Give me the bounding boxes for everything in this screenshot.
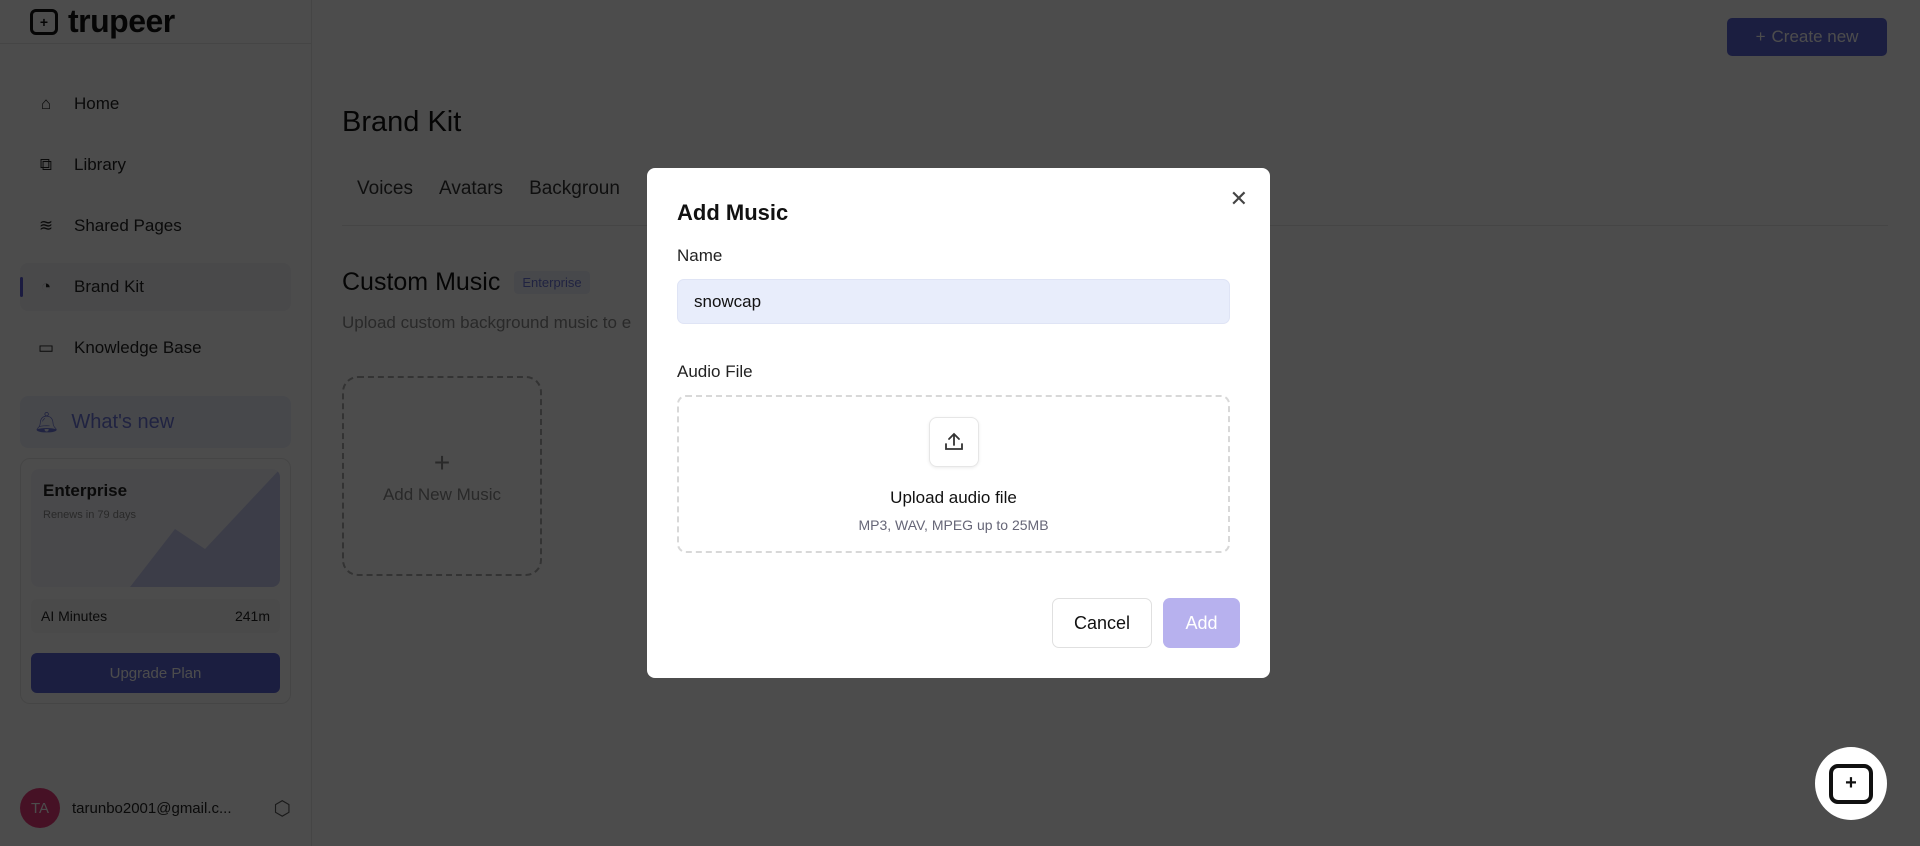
close-icon[interactable]: ✕: [1230, 186, 1248, 212]
ai-minutes: AI Minutes 241m: [31, 599, 280, 633]
add-music-dialog: Add Music ✕ Name snowcap Audio File Uplo…: [647, 168, 1270, 678]
ai-minutes-value: 241m: [234, 608, 270, 624]
name-label: Name: [677, 246, 723, 265]
floating-trupeer-button[interactable]: +: [1815, 747, 1887, 820]
tab-voices[interactable]: Voices: [357, 178, 413, 225]
dialog-title: Add Music: [677, 200, 789, 225]
create-new-button[interactable]: + Create new: [1727, 18, 1887, 56]
sidebar-item-label: Library: [74, 155, 126, 174]
upload-title: Upload audio file: [890, 488, 1017, 507]
upload-icon[interactable]: [928, 417, 979, 467]
user-profile[interactable]: TA tarunbo2001@gmail.c... ⬡: [20, 788, 291, 828]
whats-new-button[interactable]: 🔔︎ What's new: [20, 396, 291, 448]
layers-icon: ≋: [38, 216, 54, 235]
upgrade-plan-button[interactable]: Upgrade Plan: [31, 653, 280, 693]
add-new-music-card[interactable]: + Add New Music: [342, 376, 542, 576]
brand-kit-icon: ◔: [40, 277, 52, 296]
page-title: Brand Kit: [342, 106, 462, 138]
sidebar: + trupeer ⌂ Home ⧉ Library ≋ Shared Pages ◔…: [0, 0, 312, 846]
section-title: Custom Music: [342, 268, 501, 296]
plan-name: Enterprise: [43, 481, 128, 500]
logo-icon: +: [30, 8, 58, 35]
home-icon: ⌂: [40, 94, 52, 113]
add-button[interactable]: Add: [1163, 598, 1240, 648]
bell-icon: 🔔︎: [34, 411, 60, 434]
folder-icon: ▭: [37, 338, 55, 357]
sidebar-item-label: Home: [74, 94, 120, 113]
sidebar-item-label: Brand Kit: [74, 277, 144, 296]
avatar: TA: [20, 788, 60, 828]
add-new-music-label: Add New Music: [382, 485, 502, 504]
audio-file-label: Audio File: [677, 362, 753, 381]
plus-icon: +: [433, 447, 451, 478]
whats-new-label: What's new: [71, 410, 175, 433]
enterprise-badge: Enterprise: [514, 271, 590, 294]
section-description: Upload custom background music to e: [342, 313, 632, 332]
trupeer-icon: +: [1829, 763, 1873, 804]
sidebar-item-label: Shared Pages: [74, 216, 182, 235]
name-input[interactable]: snowcap: [677, 279, 1230, 324]
cancel-button[interactable]: Cancel: [1052, 598, 1152, 648]
ai-minutes-label: AI Minutes: [41, 608, 108, 624]
settings-icon[interactable]: ⬡: [274, 796, 291, 821]
plan-renews: Renews in 79 days: [43, 509, 136, 521]
logo-text: trupeer: [68, 3, 175, 39]
sidebar-item-brand-kit[interactable]: ◔ Brand Kit: [20, 263, 291, 311]
tab-backgrounds[interactable]: Backgroun: [529, 178, 620, 225]
sidebar-item-shared-pages[interactable]: ≋ Shared Pages: [20, 202, 291, 250]
plan-card: Enterprise Renews in 79 days AI Minutes 2…: [20, 458, 291, 704]
user-email: tarunbo2001@gmail.c...: [72, 799, 232, 817]
upload-hint: MP3, WAV, MPEG up to 25MB: [858, 517, 1049, 533]
plus-icon: +: [1755, 27, 1766, 46]
tab-avatars[interactable]: Avatars: [439, 178, 503, 225]
library-icon: ⧉: [39, 155, 53, 174]
create-new-label: Create new: [1771, 27, 1859, 46]
audio-dropzone[interactable]: Upload audio file MP3, WAV, MPEG up to 2…: [677, 395, 1230, 553]
logo[interactable]: + trupeer: [0, 0, 311, 44]
sidebar-item-knowledge-base[interactable]: ▭ Knowledge Base: [20, 324, 291, 372]
sidebar-item-library[interactable]: ⧉ Library: [20, 141, 291, 189]
sidebar-item-home[interactable]: ⌂ Home: [20, 80, 291, 128]
sidebar-item-label: Knowledge Base: [74, 338, 202, 357]
